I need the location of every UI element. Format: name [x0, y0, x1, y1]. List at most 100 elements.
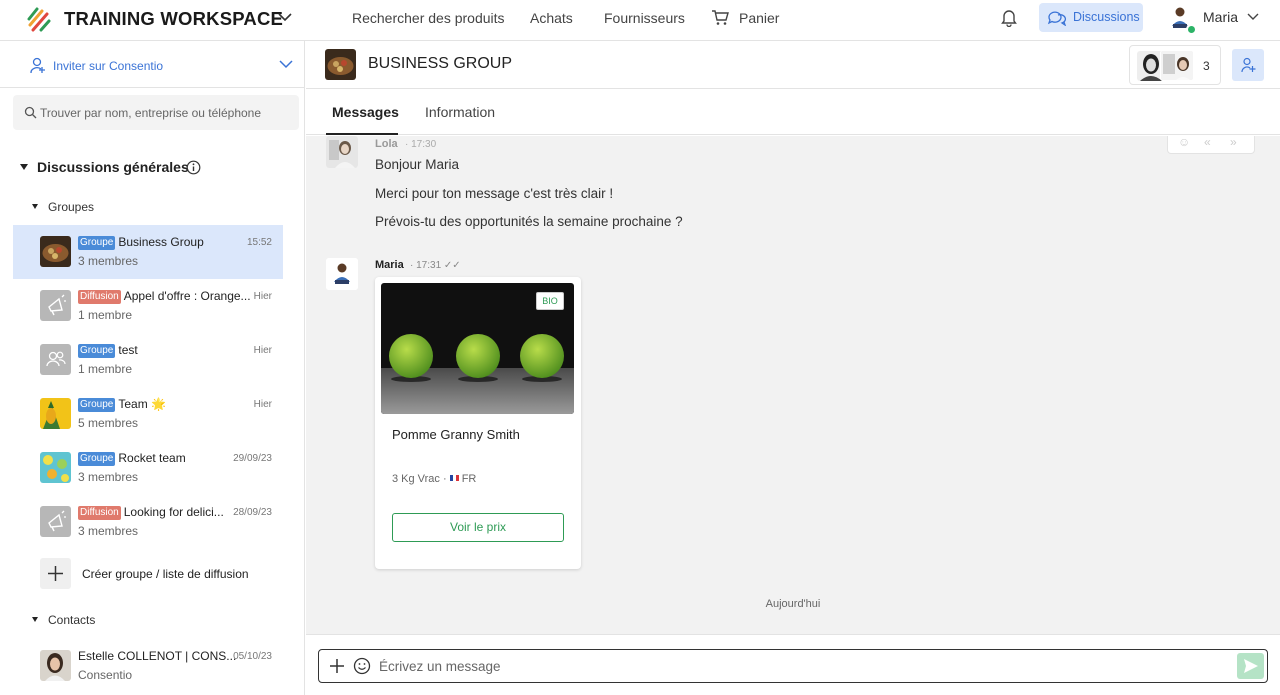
contact-avatar	[40, 650, 71, 681]
product-weight: 3 Kg Vrac ·	[392, 473, 447, 485]
conversation-item[interactable]: Groupe test 1 membre Hier	[13, 333, 283, 387]
product-name: Pomme Granny Smith	[392, 427, 520, 442]
caret-down-icon	[32, 617, 38, 622]
conversation-item[interactable]: Diffusion Looking for delici... 3 membres…	[13, 495, 283, 549]
nav-purchases[interactable]: Achats	[530, 10, 573, 26]
conversation-subtitle: 3 membres	[78, 254, 139, 268]
contact-item[interactable]: Estelle COLLENOT | CONS... Consentio 05/…	[13, 639, 283, 693]
chat-header: BUSINESS GROUP 3	[306, 41, 1280, 89]
send-button[interactable]	[1237, 653, 1264, 679]
diffusion-badge: Diffusion	[78, 290, 121, 304]
nav-cart[interactable]: Panier	[739, 10, 779, 26]
conversation-subtitle: 3 membres	[78, 470, 139, 484]
bell-icon[interactable]	[1000, 8, 1018, 27]
nav-search-products[interactable]: Rechercher des produits	[352, 10, 505, 26]
message-list[interactable]: Lola · 17:30 ☺ « » Bonjour Maria Merci p…	[306, 136, 1280, 634]
conversation-title: test	[118, 343, 138, 357]
contacts-label: Contacts	[48, 613, 96, 627]
conversation-subtitle: 5 membres	[78, 416, 139, 430]
add-member-button[interactable]	[1232, 49, 1264, 81]
lola-avatar	[326, 136, 358, 168]
conversation-item[interactable]: Diffusion Appel d'offre : Orange... 1 mem…	[13, 279, 283, 333]
conversation-time: Hier	[253, 291, 272, 302]
groupe-badge: Groupe	[78, 344, 116, 358]
product-image: BIO	[381, 283, 574, 414]
group-avatar	[40, 236, 71, 267]
groupe-badge: Groupe	[78, 398, 116, 412]
group-avatar	[40, 452, 71, 483]
groups-label: Groupes	[48, 200, 95, 214]
cart-icon[interactable]	[711, 9, 729, 26]
chat-tabs: Messages Information	[306, 90, 1280, 135]
bio-badge: BIO	[536, 292, 564, 310]
search-box[interactable]	[13, 95, 299, 130]
tab-messages[interactable]: Messages	[332, 104, 399, 120]
members-button[interactable]: 3	[1129, 45, 1221, 85]
conversation-subtitle: 1 membre	[78, 308, 133, 322]
conversation-time: 28/09/23	[233, 507, 272, 518]
conversation-title: Looking for delici...	[123, 505, 224, 519]
chevron-down-icon[interactable]	[277, 11, 293, 23]
reply-icon[interactable]: «	[1204, 136, 1211, 149]
invite-button[interactable]: Inviter sur Consentio	[29, 56, 297, 76]
contact-name: Estelle COLLENOT | CONS...	[78, 649, 237, 663]
discussions-label: Discussions	[1073, 10, 1140, 24]
member-count: 3	[1203, 59, 1210, 73]
megaphone-icon	[48, 510, 66, 532]
message-time: · 17:30	[405, 139, 437, 150]
groupe-badge: Groupe	[78, 236, 116, 250]
product-origin: FR	[461, 473, 477, 485]
tab-information[interactable]: Information	[425, 104, 495, 120]
add-user-icon	[1241, 57, 1256, 73]
conversation-time: 29/09/23	[233, 453, 272, 464]
composer-area	[306, 634, 1280, 695]
info-icon[interactable]	[186, 160, 201, 175]
conversation-subtitle: 1 membre	[78, 362, 133, 376]
member-avatar	[1160, 50, 1194, 81]
contact-time: 05/10/23	[233, 651, 272, 662]
section-title: Discussions générales	[37, 159, 189, 175]
top-navigation: TRAINING WORKSPACE Rechercher des produi…	[0, 0, 1280, 41]
megaphone-icon	[48, 294, 66, 316]
forward-icon[interactable]: »	[1230, 136, 1237, 149]
conversation-item[interactable]: Groupe Team 🌟 5 membres Hier	[13, 387, 283, 441]
users-icon	[46, 351, 66, 367]
active-tab-indicator	[326, 133, 398, 135]
message-actions[interactable]: ☺ « »	[1167, 136, 1255, 154]
emoji-reaction-icon[interactable]: ☺	[1178, 136, 1190, 149]
chat-title: BUSINESS GROUP	[368, 55, 513, 72]
maria-avatar	[326, 258, 358, 290]
plus-icon[interactable]	[329, 658, 345, 674]
chevron-down-icon[interactable]	[1246, 11, 1260, 21]
conversation-item[interactable]: Groupe Rocket team 3 membres 29/09/23	[13, 441, 283, 495]
message-composer[interactable]	[318, 649, 1268, 683]
day-separator: Aujourd'hui	[765, 598, 821, 610]
discussions-button[interactable]: Discussions	[1039, 3, 1143, 32]
emoji-icon[interactable]	[353, 657, 371, 675]
conversation-time: Hier	[253, 399, 272, 410]
message-author: Lola	[375, 138, 398, 150]
france-flag-icon	[449, 475, 459, 481]
caret-down-icon	[20, 163, 28, 170]
view-price-button[interactable]: Voir le prix	[392, 513, 564, 542]
search-input[interactable]	[40, 95, 290, 130]
product-card[interactable]: BIO Pomme Granny Smith 3 Kg Vrac · FR Vo…	[375, 277, 581, 569]
section-general-discussions[interactable]: Discussions générales	[20, 158, 201, 176]
diffusion-badge: Diffusion	[78, 506, 121, 520]
message-input[interactable]	[379, 650, 1219, 682]
group-avatar	[40, 398, 71, 429]
nav-suppliers[interactable]: Fournisseurs	[604, 10, 685, 26]
conversation-title: Team 🌟	[118, 397, 166, 411]
message-text: Bonjour Maria	[375, 157, 460, 172]
workspace-title[interactable]: TRAINING WORKSPACE	[64, 8, 283, 30]
conversation-item[interactable]: Groupe Business Group 3 membres 15:52	[13, 225, 283, 279]
chevron-down-icon[interactable]	[278, 59, 294, 69]
broadcast-avatar	[40, 506, 71, 537]
search-icon	[24, 106, 37, 119]
conversation-time: 15:52	[246, 237, 272, 248]
product-meta: 3 Kg Vrac · FR	[392, 473, 476, 485]
consentio-logo[interactable]	[27, 5, 51, 32]
contact-company: Consentio	[78, 668, 133, 682]
plus-icon	[40, 558, 71, 589]
user-name[interactable]: Maria	[1203, 9, 1238, 25]
